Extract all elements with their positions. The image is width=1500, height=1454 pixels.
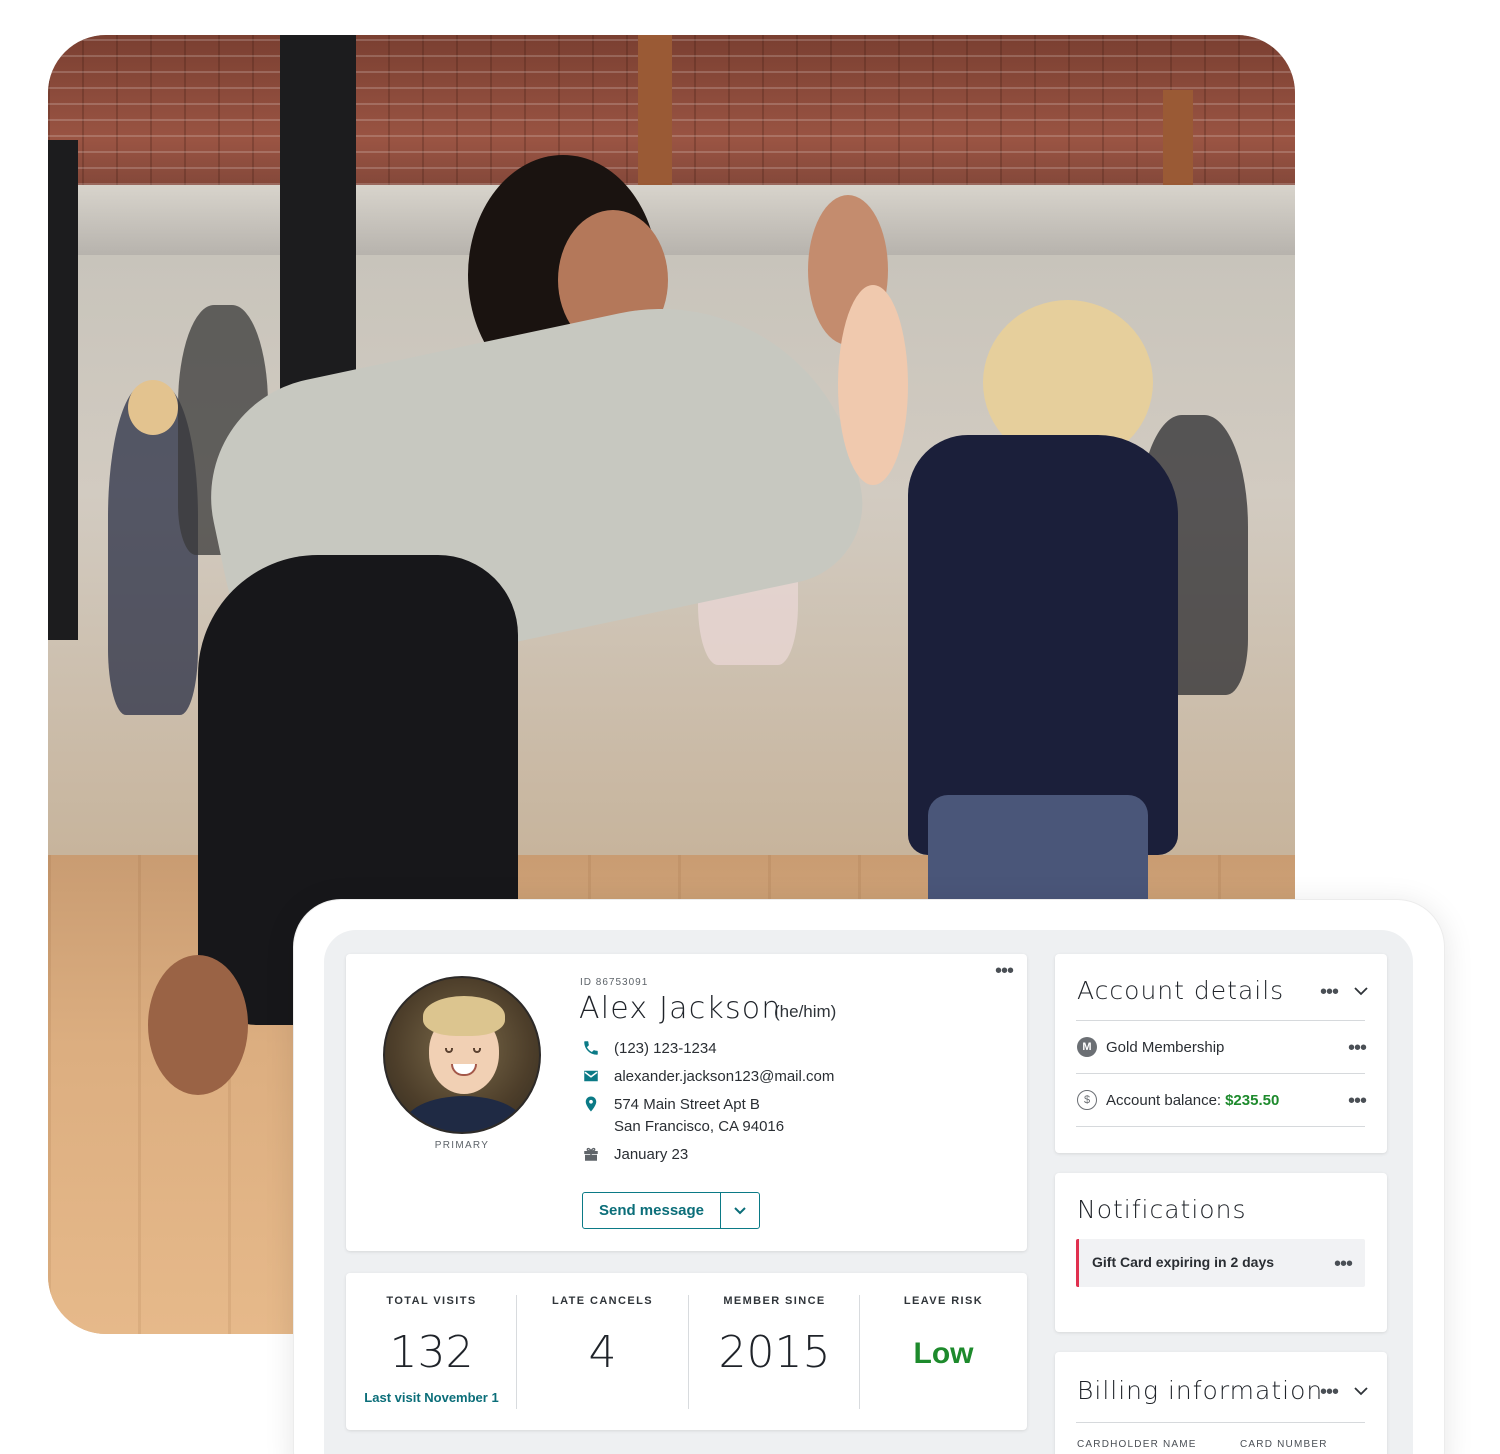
wood-beam [638,35,672,185]
address-line1: 574 Main Street Apt B [614,1096,760,1113]
birthday-text: January 23 [614,1146,689,1163]
more-dots-icon[interactable]: ••• [1320,982,1339,1002]
client-pronouns: (he/him) [774,1002,837,1021]
billing-title: Billing information [1077,1376,1324,1405]
address-line2: San Francisco, CA 94016 [614,1118,785,1135]
balance-label: Account balance: [1106,1091,1222,1109]
chevron-down-icon[interactable] [1354,1384,1368,1398]
send-message-split-button: Send message [582,1192,760,1229]
woman-foot [148,955,248,1095]
dollar-icon: $ [1077,1090,1097,1110]
email-row[interactable]: alexander.jackson123@mail.com [582,1066,834,1088]
boy-shirt [908,435,1178,855]
client-id: ID 86753091 [580,977,649,988]
phone-row[interactable]: (123) 123-1234 [582,1038,717,1060]
stat-label: TOTAL VISITS [386,1295,477,1307]
send-message-button[interactable]: Send message [583,1193,721,1228]
stat-member-since: MEMBER SINCE 2015 [689,1273,860,1430]
location-pin-icon [585,1096,597,1112]
stat-label: LEAVE RISK [903,1295,984,1307]
stat-label: MEMBER SINCE [723,1295,826,1307]
avatar-caption: PRIMARY [434,1140,490,1151]
stat-value: 4 [588,1327,617,1378]
leave-risk-value: Low [913,1337,974,1370]
avatar-hair [423,996,505,1036]
chevron-down-icon [734,1206,746,1214]
dark-pillar [48,140,78,640]
more-dots-icon[interactable]: ••• [1348,1038,1367,1058]
last-visit-link[interactable]: Last visit November 1 [346,1390,517,1405]
address-row[interactable]: 574 Main Street Apt B San Francisco, CA … [582,1094,784,1138]
gift-icon [584,1147,598,1161]
phone-text: (123) 123-1234 [614,1040,717,1057]
phone-icon [584,1041,598,1055]
stat-value: 2015 [718,1327,831,1378]
birthday-row: January 23 [582,1144,688,1166]
more-dots-icon[interactable]: ••• [1320,1382,1339,1402]
column-header-card-number: CARD NUMBER [1240,1439,1328,1450]
background-child-head [128,380,178,435]
column-header-cardholder: CARDHOLDER NAME [1077,1439,1197,1450]
divider [1076,1126,1365,1127]
more-dots-icon[interactable]: ••• [1334,1254,1353,1274]
stat-label: LATE CANCELS [552,1295,653,1307]
mail-icon [584,1070,598,1082]
stat-leave-risk: LEAVE RISK Low [858,1273,1029,1430]
send-message-dropdown[interactable] [721,1193,759,1228]
client-name: Alex Jackson [579,991,782,1026]
stat-value: 132 [389,1327,474,1378]
ceiling-reflection [48,185,1295,255]
account-details-title: Account details [1077,976,1285,1005]
more-dots-icon[interactable]: ••• [1348,1091,1367,1111]
account-balance-row[interactable]: $ Account balance: $235.50 [1077,1090,1279,1110]
notification-item[interactable]: Gift Card expiring in 2 days [1076,1239,1365,1287]
more-dots-icon[interactable]: ••• [995,961,1014,981]
membership-icon: M [1077,1037,1097,1057]
divider [1076,1073,1365,1074]
boy-arm [838,285,908,485]
stat-late-cancels: LATE CANCELS 4 [517,1273,688,1430]
membership-row[interactable]: M Gold Membership [1077,1037,1224,1057]
notification-text: Gift Card expiring in 2 days [1092,1254,1275,1270]
avatar-shirt [403,1096,525,1132]
membership-text: Gold Membership [1106,1038,1225,1056]
stat-total-visits: TOTAL VISITS 132 Last visit November 1 [346,1273,517,1430]
email-text: alexander.jackson123@mail.com [614,1068,835,1085]
divider [1076,1020,1365,1021]
notifications-title: Notifications [1077,1195,1247,1224]
divider [1076,1422,1365,1423]
avatar[interactable] [383,976,541,1134]
chevron-down-icon[interactable] [1354,984,1368,998]
balance-value: $235.50 [1225,1091,1280,1109]
